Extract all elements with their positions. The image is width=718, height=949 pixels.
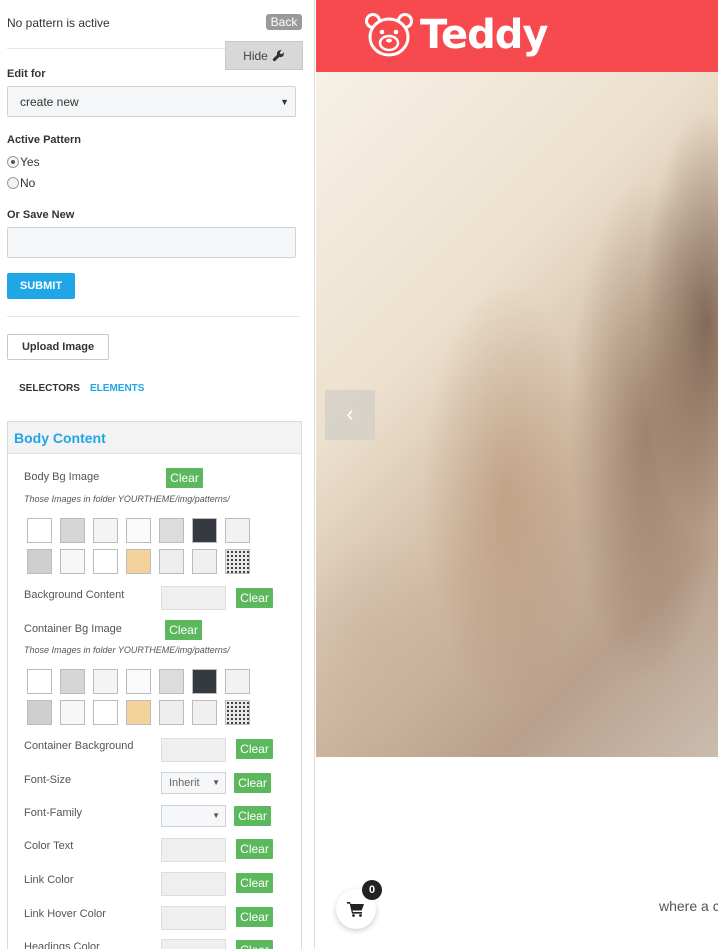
radio-button-no[interactable]	[7, 177, 19, 189]
save-new-input[interactable]	[7, 227, 296, 258]
clear-container-bg-image-button[interactable]: Clear	[165, 620, 202, 640]
radio-yes-label: Yes	[20, 155, 40, 169]
hide-button-label: Hide	[243, 48, 268, 63]
tab-selectors[interactable]: SELECTORS	[19, 383, 80, 394]
pattern-swatch[interactable]	[159, 669, 184, 694]
site-header: Teddy	[316, 0, 718, 72]
headings-color-label: Headings Color	[24, 941, 100, 949]
font-family-label: Font-Family	[24, 807, 83, 819]
pattern-swatch[interactable]	[192, 700, 217, 725]
radio-yes[interactable]: Yes	[7, 155, 40, 169]
pattern-swatch[interactable]	[93, 669, 118, 694]
pattern-swatch[interactable]	[60, 549, 85, 574]
teddy-bear-icon	[365, 13, 413, 57]
clear-container-background-button[interactable]: Clear	[236, 739, 273, 759]
pattern-swatch[interactable]	[93, 549, 118, 574]
link-color-input[interactable]	[161, 872, 226, 896]
color-text-input[interactable]	[161, 838, 226, 862]
clear-background-content-button[interactable]: Clear	[236, 588, 273, 608]
background-content-label: Background Content	[24, 589, 125, 601]
chevron-down-icon: ▼	[212, 778, 220, 787]
pattern-swatch[interactable]	[192, 669, 217, 694]
clear-headings-color-button[interactable]: Clear	[236, 940, 273, 949]
pattern-swatch[interactable]	[192, 549, 217, 574]
pattern-swatch[interactable]	[225, 549, 250, 574]
pattern-swatch[interactable]	[126, 669, 151, 694]
pattern-swatch[interactable]	[60, 700, 85, 725]
clear-color-text-button[interactable]: Clear	[236, 839, 273, 859]
container-background-color-input[interactable]	[161, 738, 226, 762]
edit-for-select[interactable]: create new ▼	[7, 86, 296, 117]
clear-body-bg-image-button[interactable]: Clear	[166, 468, 203, 488]
hero-image	[316, 72, 718, 757]
pattern-swatch[interactable]	[159, 700, 184, 725]
pattern-swatch[interactable]	[93, 518, 118, 543]
headings-color-input[interactable]	[161, 939, 226, 949]
radio-button-yes[interactable]	[7, 156, 19, 168]
clear-link-hover-color-button[interactable]: Clear	[236, 907, 273, 927]
clear-font-size-button[interactable]: Clear	[234, 773, 271, 793]
pattern-swatch[interactable]	[225, 518, 250, 543]
wrench-icon	[272, 50, 284, 62]
link-hover-color-input[interactable]	[161, 906, 226, 930]
section-title[interactable]: Body Content	[8, 422, 301, 454]
body-bg-pattern-grid	[27, 518, 250, 574]
teddy-logo[interactable]: Teddy	[364, 12, 548, 58]
pattern-swatch[interactable]	[126, 700, 151, 725]
divider	[7, 316, 300, 317]
edit-for-label: Edit for	[7, 68, 46, 80]
container-bg-pattern-grid	[27, 669, 250, 725]
chevron-down-icon: ▼	[212, 811, 220, 820]
pattern-swatch[interactable]	[27, 518, 52, 543]
pattern-swatch[interactable]	[27, 669, 52, 694]
radio-no[interactable]: No	[7, 176, 35, 190]
slider-prev-button[interactable]: ‹	[325, 390, 375, 440]
back-button[interactable]: Back	[266, 14, 302, 30]
body-bg-image-label: Body Bg Image	[24, 471, 100, 483]
pattern-swatch[interactable]	[60, 518, 85, 543]
body-content-section: Body Content Body Bg Image Clear Those I…	[7, 421, 302, 949]
patterns-folder-note: Those Images in folder YOURTHEME/img/pat…	[24, 645, 230, 655]
container-background-label: Container Background	[24, 740, 134, 752]
font-size-select[interactable]: Inherit ▼	[161, 772, 226, 794]
color-text-label: Color Text	[24, 840, 74, 852]
font-size-value: Inherit	[169, 777, 200, 789]
submit-button[interactable]: SUBMIT	[7, 273, 75, 299]
pattern-swatch[interactable]	[27, 700, 52, 725]
pattern-swatch[interactable]	[126, 518, 151, 543]
cart-count-badge: 0	[362, 880, 382, 900]
pattern-swatch[interactable]	[225, 700, 250, 725]
chevron-down-icon: ▼	[280, 97, 289, 107]
pattern-status-text: No pattern is active	[7, 16, 110, 30]
pattern-swatch[interactable]	[225, 669, 250, 694]
background-content-color-input[interactable]	[161, 586, 226, 610]
pattern-swatch[interactable]	[192, 518, 217, 543]
style-switcher-panel: No pattern is active Back Hide Edit for …	[0, 0, 315, 949]
tab-elements[interactable]: ELEMENTS	[90, 383, 144, 394]
edit-for-value: create new	[20, 95, 79, 109]
clear-font-family-button[interactable]: Clear	[234, 806, 271, 826]
pattern-swatch[interactable]	[60, 669, 85, 694]
hero-tagline: where a c	[659, 898, 718, 914]
site-preview: Teddy ‹ 0 where a c	[316, 0, 718, 949]
cart-icon	[347, 902, 364, 917]
clear-link-color-button[interactable]: Clear	[236, 873, 273, 893]
font-family-select[interactable]: ▼	[161, 805, 226, 827]
pattern-swatch[interactable]	[27, 549, 52, 574]
pattern-swatch[interactable]	[126, 549, 151, 574]
radio-no-label: No	[20, 176, 36, 190]
pattern-swatch[interactable]	[93, 700, 118, 725]
active-pattern-label: Active Pattern	[7, 134, 81, 146]
pattern-swatch[interactable]	[159, 518, 184, 543]
container-bg-image-label: Container Bg Image	[24, 623, 122, 635]
upload-image-button[interactable]: Upload Image	[7, 334, 109, 360]
brand-name: Teddy	[420, 12, 548, 58]
link-color-label: Link Color	[24, 874, 74, 886]
pattern-swatch[interactable]	[159, 549, 184, 574]
patterns-folder-note: Those Images in folder YOURTHEME/img/pat…	[24, 494, 230, 504]
link-hover-color-label: Link Hover Color	[24, 908, 106, 920]
font-size-label: Font-Size	[24, 774, 72, 786]
hide-button[interactable]: Hide	[225, 41, 303, 70]
save-new-label: Or Save New	[7, 209, 75, 221]
